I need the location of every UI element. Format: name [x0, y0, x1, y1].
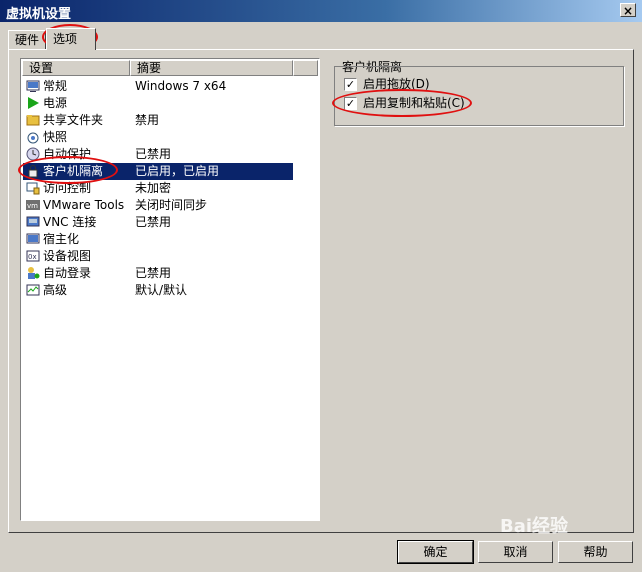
title-bar: 虚拟机设置 ×: [0, 0, 642, 22]
list-item-name: 客户机隔离: [43, 164, 104, 178]
column-header-summary[interactable]: 摘要: [130, 60, 293, 76]
list-item[interactable]: 电源: [23, 95, 293, 112]
list-item[interactable]: 宿主化: [23, 231, 293, 248]
list-item-summary: 关闭时间同步: [135, 198, 208, 212]
list-item-name: 宿主化: [43, 232, 80, 246]
list-item[interactable]: vm VMware Tools 关闭时间同步: [23, 197, 293, 214]
list-item-name: 设备视图: [43, 249, 92, 263]
settings-list[interactable]: 设置 摘要 常规 Windows 7 x64 电源 共享文件夹 禁用 快照 自动保护 已禁用客…: [20, 58, 320, 521]
list-item[interactable]: 共享文件夹 禁用: [23, 112, 293, 129]
ok-button[interactable]: 确定: [397, 540, 474, 564]
copy-paste-label: 启用复制和粘贴(C): [363, 96, 465, 110]
column-header-setting[interactable]: 设置: [22, 60, 130, 76]
list-item-name: VNC 连接: [43, 215, 97, 229]
shared-folder-icon: [26, 113, 40, 127]
list-item-name: 快照: [43, 130, 68, 144]
column-header-filler: [293, 60, 318, 76]
list-item[interactable]: 0x 设备视图: [23, 248, 293, 265]
list-item[interactable]: 访问控制 未加密: [23, 180, 293, 197]
drag-drop-label: 启用拖放(D): [363, 77, 430, 91]
window-title: 虚拟机设置: [6, 7, 72, 22]
list-item-name: 访问控制: [43, 181, 92, 195]
list-item-name: 共享文件夹: [43, 113, 104, 127]
vnc-icon: [26, 215, 40, 229]
list-item-summary: 已禁用: [135, 147, 172, 161]
host-icon: [26, 232, 40, 246]
list-item-summary: 默认/默认: [135, 283, 188, 297]
watermark: Bai经验: [500, 516, 569, 537]
list-item-name: 电源: [43, 96, 68, 110]
list-item-summary: 未加密: [135, 181, 172, 195]
list-header: 设置 摘要: [22, 60, 318, 76]
list-item-summary: Windows 7 x64: [135, 79, 227, 93]
power-play-icon: [26, 96, 40, 110]
svg-text:0x: 0x: [28, 253, 37, 261]
list-item-name: 自动保护: [43, 147, 92, 161]
close-button[interactable]: ×: [620, 3, 636, 18]
device-view-icon: 0x: [26, 249, 40, 263]
tab-hardware[interactable]: 硬件: [8, 30, 46, 49]
list-item-summary: 禁用: [135, 113, 160, 127]
autoprotect-icon: [26, 147, 40, 161]
cancel-button[interactable]: 取消: [478, 541, 553, 563]
list-item[interactable]: 快照: [23, 129, 293, 146]
list-item[interactable]: 常规 Windows 7 x64: [23, 78, 293, 95]
list-item-summary: 已禁用: [135, 215, 172, 229]
general-icon: [26, 79, 40, 93]
list-item[interactable]: VNC 连接 已禁用: [23, 214, 293, 231]
list-item-name: VMware Tools: [43, 198, 125, 212]
list-item[interactable]: 自动登录 已禁用: [23, 265, 293, 282]
help-button[interactable]: 帮助: [558, 541, 633, 563]
vmware-tools-icon: vm: [26, 198, 40, 212]
lock-icon: [26, 164, 40, 178]
autologon-icon: [26, 266, 40, 280]
access-control-icon: [26, 181, 40, 195]
drag-drop-checkbox[interactable]: ✓: [344, 78, 357, 91]
list-item-name: 自动登录: [43, 266, 92, 280]
advanced-icon: [26, 283, 40, 297]
copy-paste-checkbox[interactable]: ✓: [344, 97, 357, 110]
list-item-name: 常规: [43, 79, 68, 93]
tab-options[interactable]: 选项: [46, 28, 96, 50]
list-item[interactable]: 客户机隔离 已启用，已启用: [23, 163, 293, 180]
snapshot-icon: [26, 130, 40, 144]
list-item-summary: 已禁用: [135, 266, 172, 280]
svg-text:vm: vm: [27, 202, 38, 210]
list-item-name: 高级: [43, 283, 68, 297]
list-item[interactable]: 高级 默认/默认: [23, 282, 293, 299]
list-item-summary: 已启用，已启用: [135, 164, 220, 178]
list-item[interactable]: 自动保护 已禁用: [23, 146, 293, 163]
